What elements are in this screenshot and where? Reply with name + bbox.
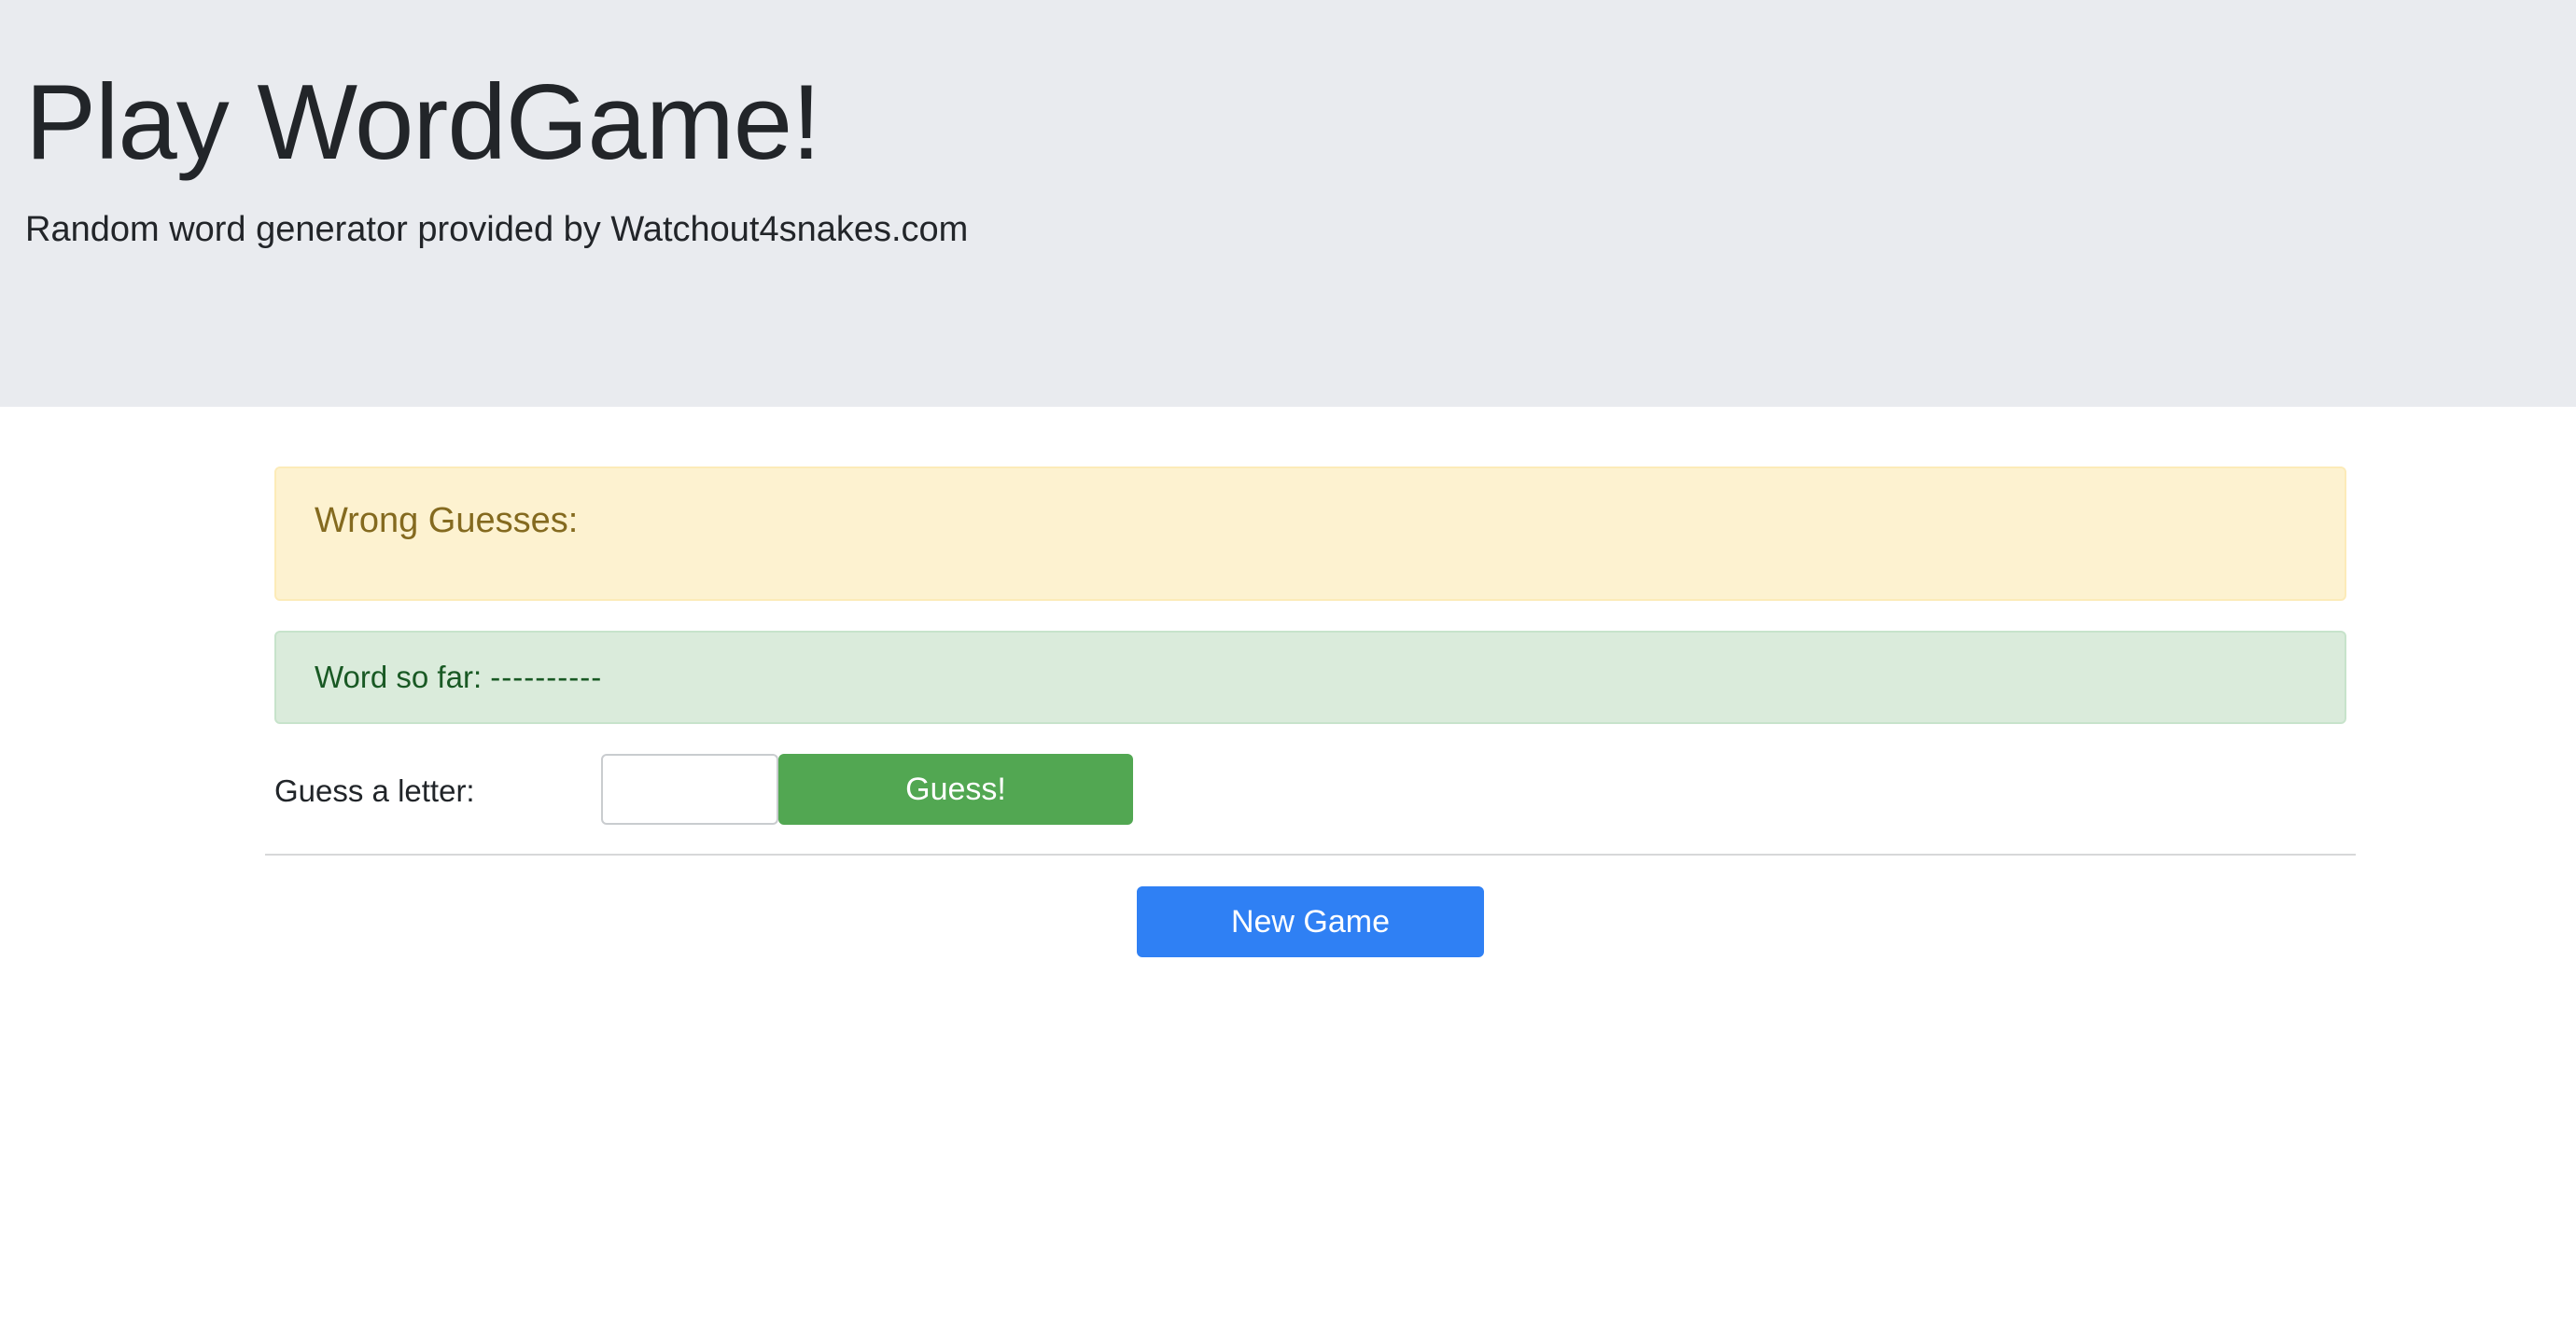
page-title: Play WordGame! — [25, 63, 821, 182]
word-progress-value: ---------- — [490, 660, 603, 694]
header-jumbotron: Play WordGame! Random word generator pro… — [0, 0, 2576, 407]
word-progress-line: Word so far: ---------- — [315, 653, 602, 702]
guess-button[interactable]: Guess! — [778, 754, 1133, 825]
wrong-guesses-panel: Wrong Guesses: — [274, 467, 2346, 601]
page-subtitle: Random word generator provided by Watcho… — [25, 210, 969, 249]
divider — [265, 854, 2356, 856]
word-progress-label: Word so far: — [315, 660, 483, 694]
new-game-button[interactable]: New Game — [1137, 886, 1484, 957]
guess-letter-input[interactable] — [601, 754, 778, 825]
guess-letter-label: Guess a letter: — [274, 773, 475, 808]
word-progress-panel: Word so far: ---------- — [274, 631, 2346, 724]
wrong-guesses-heading: Wrong Guesses: — [315, 494, 578, 547]
wrong-guesses-label: Wrong Guesses: — [315, 501, 579, 540]
